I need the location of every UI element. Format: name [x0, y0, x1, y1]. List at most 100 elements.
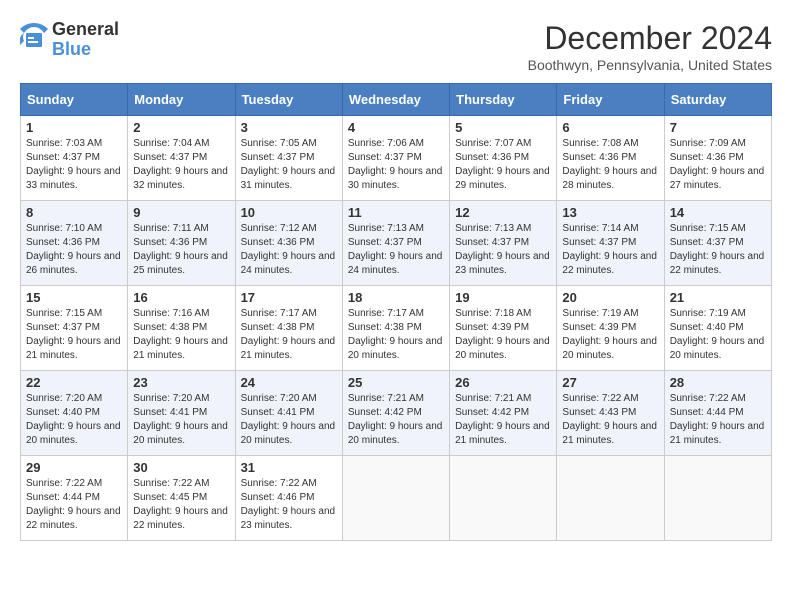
day-number: 12 — [455, 205, 551, 220]
week-row-1: 1 Sunrise: 7:03 AMSunset: 4:37 PMDaylight… — [21, 116, 772, 201]
calendar-cell: 16Sunrise: 7:16 AMSunset: 4:38 PMDayligh… — [128, 286, 235, 371]
day-number: 27 — [562, 375, 658, 390]
month-title: December 2024 — [528, 20, 772, 57]
calendar-cell: 24Sunrise: 7:20 AMSunset: 4:41 PMDayligh… — [235, 371, 342, 456]
day-number: 9 — [133, 205, 229, 220]
calendar-cell: 31Sunrise: 7:22 AMSunset: 4:46 PMDayligh… — [235, 456, 342, 541]
calendar-cell: 9 Sunrise: 7:11 AMSunset: 4:36 PMDaylight… — [128, 201, 235, 286]
calendar-cell: 14Sunrise: 7:15 AMSunset: 4:37 PMDayligh… — [664, 201, 771, 286]
logo-text: General Blue — [52, 20, 119, 60]
week-row-2: 8Sunrise: 7:10 AMSunset: 4:36 PMDaylight… — [21, 201, 772, 286]
day-info: Sunrise: 7:13 AMSunset: 4:37 PMDaylight:… — [455, 222, 551, 278]
calendar-cell: 1 Sunrise: 7:03 AMSunset: 4:37 PMDaylight… — [21, 116, 128, 201]
day-number: 18 — [348, 290, 444, 305]
calendar-cell: 29 Sunrise: 7:22 AMSunset: 4:44 PMDayligh… — [21, 456, 128, 541]
page-header: General Blue December 2024 Boothwyn, Pen… — [20, 20, 772, 73]
day-number: 13 — [562, 205, 658, 220]
calendar-cell: 3 Sunrise: 7:05 AMSunset: 4:37 PMDaylight… — [235, 116, 342, 201]
location-subtitle: Boothwyn, Pennsylvania, United States — [528, 57, 772, 73]
calendar-cell: 13 Sunrise: 7:14 AMSunset: 4:37 PMDayligh… — [557, 201, 664, 286]
calendar-cell: 26 Sunrise: 7:21 AMSunset: 4:42 PMDayligh… — [450, 371, 557, 456]
day-info: Sunrise: 7:11 AMSunset: 4:36 PMDaylight:… — [133, 222, 229, 278]
day-number: 25 — [348, 375, 444, 390]
calendar-cell: 4Sunrise: 7:06 AMSunset: 4:37 PMDaylight… — [342, 116, 449, 201]
day-info: Sunrise: 7:08 AMSunset: 4:36 PMDaylight:… — [562, 137, 658, 193]
calendar-cell: 30Sunrise: 7:22 AMSunset: 4:45 PMDayligh… — [128, 456, 235, 541]
day-number: 22 — [26, 375, 122, 390]
weekday-header-sunday: Sunday — [21, 84, 128, 116]
calendar-cell: 19 Sunrise: 7:18 AMSunset: 4:39 PMDayligh… — [450, 286, 557, 371]
day-info: Sunrise: 7:20 AMSunset: 4:40 PMDaylight:… — [26, 392, 122, 448]
day-info: Sunrise: 7:03 AMSunset: 4:37 PMDaylight:… — [26, 137, 122, 193]
calendar-cell: 21Sunrise: 7:19 AMSunset: 4:40 PMDayligh… — [664, 286, 771, 371]
calendar-cell: 8Sunrise: 7:10 AMSunset: 4:36 PMDaylight… — [21, 201, 128, 286]
calendar-cell — [664, 456, 771, 541]
calendar-cell: 28 Sunrise: 7:22 AMSunset: 4:44 PMDayligh… — [664, 371, 771, 456]
logo-general: General — [52, 20, 119, 40]
day-number: 16 — [133, 290, 229, 305]
calendar-cell: 5 Sunrise: 7:07 AMSunset: 4:36 PMDaylight… — [450, 116, 557, 201]
day-number: 5 — [455, 120, 551, 135]
day-number: 26 — [455, 375, 551, 390]
day-number: 20 — [562, 290, 658, 305]
day-info: Sunrise: 7:21 AMSunset: 4:42 PMDaylight:… — [348, 392, 444, 448]
day-info: Sunrise: 7:21 AMSunset: 4:42 PMDaylight:… — [455, 392, 551, 448]
day-info: Sunrise: 7:04 AMSunset: 4:37 PMDaylight:… — [133, 137, 229, 193]
day-number: 14 — [670, 205, 766, 220]
day-info: Sunrise: 7:06 AMSunset: 4:37 PMDaylight:… — [348, 137, 444, 193]
calendar-cell: 22 Sunrise: 7:20 AMSunset: 4:40 PMDayligh… — [21, 371, 128, 456]
day-info: Sunrise: 7:22 AMSunset: 4:43 PMDaylight:… — [562, 392, 658, 448]
calendar-cell: 15 Sunrise: 7:15 AMSunset: 4:37 PMDayligh… — [21, 286, 128, 371]
day-info: Sunrise: 7:12 AMSunset: 4:36 PMDaylight:… — [241, 222, 337, 278]
day-info: Sunrise: 7:20 AMSunset: 4:41 PMDaylight:… — [133, 392, 229, 448]
day-info: Sunrise: 7:09 AMSunset: 4:36 PMDaylight:… — [670, 137, 766, 193]
day-info: Sunrise: 7:17 AMSunset: 4:38 PMDaylight:… — [348, 307, 444, 363]
weekday-header-monday: Monday — [128, 84, 235, 116]
day-number: 17 — [241, 290, 337, 305]
day-number: 8 — [26, 205, 122, 220]
day-number: 11 — [348, 205, 444, 220]
weekday-header-saturday: Saturday — [664, 84, 771, 116]
day-number: 1 — [26, 120, 122, 135]
logo: General Blue — [20, 20, 119, 60]
day-info: Sunrise: 7:20 AMSunset: 4:41 PMDaylight:… — [241, 392, 337, 448]
day-info: Sunrise: 7:07 AMSunset: 4:36 PMDaylight:… — [455, 137, 551, 193]
day-number: 28 — [670, 375, 766, 390]
day-info: Sunrise: 7:14 AMSunset: 4:37 PMDaylight:… — [562, 222, 658, 278]
calendar-cell — [557, 456, 664, 541]
calendar-cell: 12 Sunrise: 7:13 AMSunset: 4:37 PMDayligh… — [450, 201, 557, 286]
day-info: Sunrise: 7:22 AMSunset: 4:44 PMDaylight:… — [670, 392, 766, 448]
day-number: 7 — [670, 120, 766, 135]
calendar-cell: 6 Sunrise: 7:08 AMSunset: 4:36 PMDaylight… — [557, 116, 664, 201]
day-info: Sunrise: 7:19 AMSunset: 4:40 PMDaylight:… — [670, 307, 766, 363]
calendar-cell: 7 Sunrise: 7:09 AMSunset: 4:36 PMDaylight… — [664, 116, 771, 201]
day-number: 30 — [133, 460, 229, 475]
day-number: 6 — [562, 120, 658, 135]
title-section: December 2024 Boothwyn, Pennsylvania, Un… — [528, 20, 772, 73]
day-info: Sunrise: 7:15 AMSunset: 4:37 PMDaylight:… — [26, 307, 122, 363]
calendar-cell: 20 Sunrise: 7:19 AMSunset: 4:39 PMDayligh… — [557, 286, 664, 371]
day-number: 19 — [455, 290, 551, 305]
weekday-header-thursday: Thursday — [450, 84, 557, 116]
logo-icon — [20, 23, 48, 56]
calendar-cell: 23Sunrise: 7:20 AMSunset: 4:41 PMDayligh… — [128, 371, 235, 456]
day-info: Sunrise: 7:18 AMSunset: 4:39 PMDaylight:… — [455, 307, 551, 363]
calendar-cell: 17Sunrise: 7:17 AMSunset: 4:38 PMDayligh… — [235, 286, 342, 371]
weekday-header-wednesday: Wednesday — [342, 84, 449, 116]
day-number: 3 — [241, 120, 337, 135]
calendar-cell: 2Sunrise: 7:04 AMSunset: 4:37 PMDaylight… — [128, 116, 235, 201]
day-info: Sunrise: 7:05 AMSunset: 4:37 PMDaylight:… — [241, 137, 337, 193]
day-number: 29 — [26, 460, 122, 475]
day-number: 15 — [26, 290, 122, 305]
week-row-5: 29 Sunrise: 7:22 AMSunset: 4:44 PMDayligh… — [21, 456, 772, 541]
week-row-4: 22 Sunrise: 7:20 AMSunset: 4:40 PMDayligh… — [21, 371, 772, 456]
calendar-cell: 27 Sunrise: 7:22 AMSunset: 4:43 PMDayligh… — [557, 371, 664, 456]
day-number: 31 — [241, 460, 337, 475]
day-info: Sunrise: 7:22 AMSunset: 4:44 PMDaylight:… — [26, 477, 122, 533]
calendar-cell: 25 Sunrise: 7:21 AMSunset: 4:42 PMDayligh… — [342, 371, 449, 456]
logo-blue: Blue — [52, 40, 119, 60]
day-info: Sunrise: 7:13 AMSunset: 4:37 PMDaylight:… — [348, 222, 444, 278]
weekday-header-row: SundayMondayTuesdayWednesdayThursdayFrid… — [21, 84, 772, 116]
weekday-header-friday: Friday — [557, 84, 664, 116]
day-info: Sunrise: 7:19 AMSunset: 4:39 PMDaylight:… — [562, 307, 658, 363]
